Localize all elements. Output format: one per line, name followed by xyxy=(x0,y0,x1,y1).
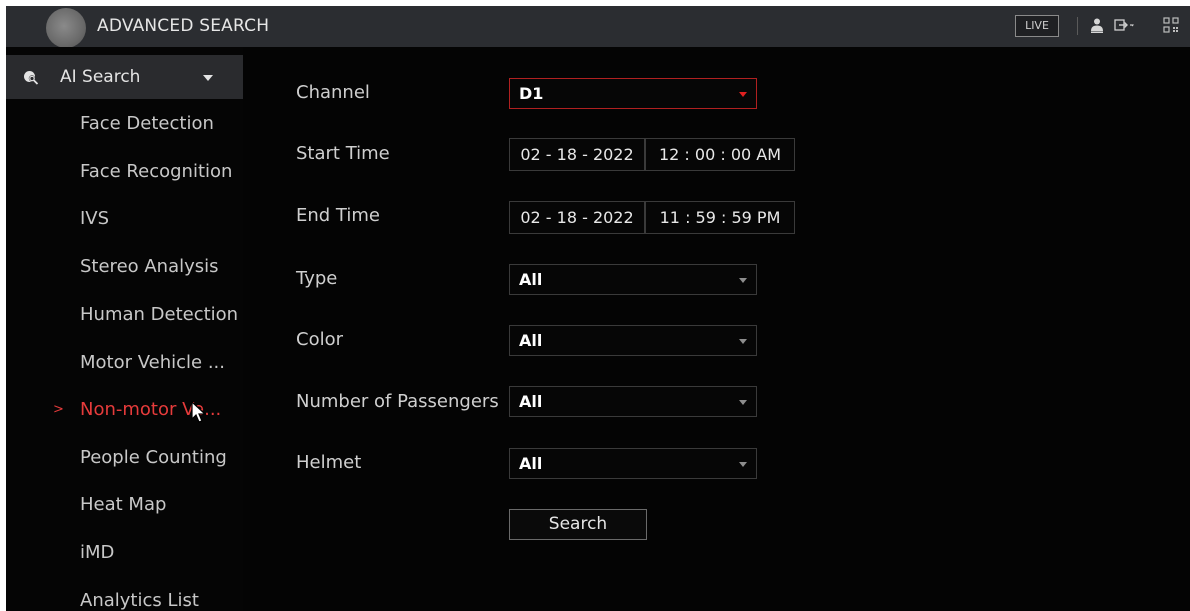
channel-select[interactable]: D1 xyxy=(509,78,757,109)
logout-icon[interactable] xyxy=(1113,16,1137,34)
helmet-value: All xyxy=(519,454,543,473)
dropdown-arrow-icon xyxy=(739,462,747,467)
sidebar-item-people-counting[interactable]: People Counting xyxy=(80,447,227,468)
user-icon[interactable] xyxy=(1088,16,1106,34)
start-time-input[interactable]: 12 : 00 : 00 AM xyxy=(645,138,795,171)
sidebar-item-human-detection[interactable]: Human Detection xyxy=(80,304,238,325)
start-time-label: Start Time xyxy=(296,143,390,164)
title-divider xyxy=(1077,17,1078,35)
sidebar-header-label: AI Search xyxy=(60,67,141,87)
sidebar-item-ai-search[interactable]: AI Search xyxy=(6,55,243,99)
sidebar-item-heat-map[interactable]: Heat Map xyxy=(80,494,166,515)
end-time-input[interactable]: 11 : 59 : 59 PM xyxy=(645,201,795,234)
type-value: All xyxy=(519,270,543,289)
dropdown-arrow-icon xyxy=(739,278,747,283)
passengers-label: Number of Passengers xyxy=(296,391,499,412)
search-logo-icon xyxy=(46,8,86,48)
sidebar-item-motor-vehicle[interactable]: Motor Vehicle ... xyxy=(80,352,225,373)
helmet-label: Helmet xyxy=(296,452,362,473)
end-time-label: End Time xyxy=(296,205,380,226)
type-select[interactable]: All xyxy=(509,264,757,295)
channel-label: Channel xyxy=(296,82,370,103)
passengers-select[interactable]: All xyxy=(509,386,757,417)
active-item-marker: > xyxy=(53,402,64,417)
sidebar-item-face-recognition[interactable]: Face Recognition xyxy=(80,161,232,182)
sidebar-item-imd[interactable]: iMD xyxy=(80,542,114,563)
title-bar: ADVANCED SEARCH LIVE xyxy=(6,6,1190,48)
passengers-value: All xyxy=(519,392,543,411)
channel-value: D1 xyxy=(519,84,544,103)
sidebar-item-analytics-list[interactable]: Analytics List xyxy=(80,590,199,611)
ai-search-icon xyxy=(24,71,39,85)
mouse-cursor-icon xyxy=(191,401,207,423)
sidebar-item-ivs[interactable]: IVS xyxy=(80,208,109,229)
sidebar-item-face-detection[interactable]: Face Detection xyxy=(80,113,214,134)
start-date-input[interactable]: 02 - 18 - 2022 xyxy=(509,138,645,171)
dropdown-arrow-icon xyxy=(739,339,747,344)
helmet-select[interactable]: All xyxy=(509,448,757,479)
chevron-down-icon[interactable] xyxy=(203,75,213,81)
dvr-screen: ADVANCED SEARCH LIVE AI Search Face Dete… xyxy=(6,6,1190,611)
color-label: Color xyxy=(296,329,343,350)
search-button[interactable]: Search xyxy=(509,509,647,540)
dropdown-arrow-icon xyxy=(739,92,747,97)
qr-code-icon[interactable] xyxy=(1162,16,1180,34)
color-value: All xyxy=(519,331,543,350)
type-label: Type xyxy=(296,268,338,289)
sidebar: AI Search Face Detection Face Recognitio… xyxy=(6,47,243,611)
live-button[interactable]: LIVE xyxy=(1015,15,1059,37)
dropdown-arrow-icon xyxy=(739,400,747,405)
sidebar-item-stereo-analysis[interactable]: Stereo Analysis xyxy=(80,256,219,277)
page-title: ADVANCED SEARCH xyxy=(97,16,270,36)
color-select[interactable]: All xyxy=(509,325,757,356)
end-date-input[interactable]: 02 - 18 - 2022 xyxy=(509,201,645,234)
